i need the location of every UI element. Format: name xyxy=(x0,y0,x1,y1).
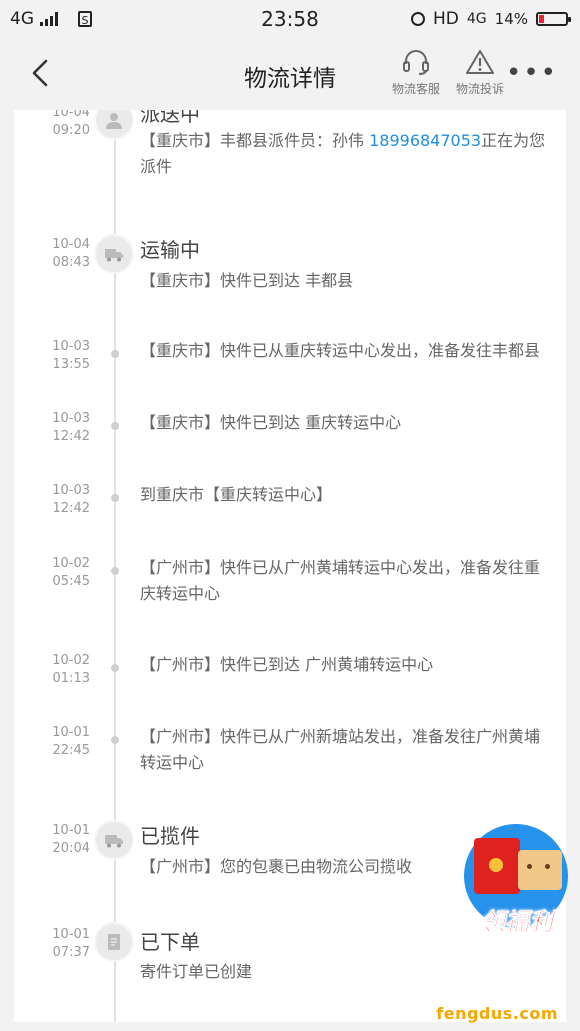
red-envelope-icon xyxy=(474,838,520,894)
entry-time: 05:45 xyxy=(52,574,90,589)
warning-icon xyxy=(466,50,494,74)
entry-time: 07:37 xyxy=(52,945,90,960)
entry-datetime: 10-01 22:45 xyxy=(42,724,90,760)
entry-datetime: 10-02 05:45 xyxy=(42,555,90,591)
van-icon xyxy=(105,835,123,848)
entry-time: 22:45 xyxy=(52,743,90,758)
entry-datetime: 10-04 08:43 xyxy=(42,236,90,272)
status-node xyxy=(94,820,134,860)
more-options-button[interactable]: ••• xyxy=(506,60,558,86)
entry-description: 【重庆市】快件已从重庆转运中心发出，准备发往丰都县 xyxy=(140,341,541,360)
complaint-button[interactable]: 物流投诉 xyxy=(450,48,510,97)
courier-phone-link[interactable]: 18996847053 xyxy=(369,131,481,150)
promo-label: 领福利 xyxy=(481,908,554,937)
entry-date: 10-02 xyxy=(52,653,90,668)
entry-date: 10-04 xyxy=(52,110,90,120)
entry-datetime: 10-03 12:42 xyxy=(42,410,90,446)
entry-description-text: 【重庆市】丰都县派件员：孙伟 xyxy=(140,131,370,150)
entry-description: 【广州市】快件已到达 广州黄埔转运中心 xyxy=(140,655,434,674)
entry-time: 12:42 xyxy=(52,501,90,516)
entry-description: 【重庆市】快件已到达 丰都县 xyxy=(140,271,354,290)
status-node xyxy=(94,110,134,140)
entry-status: 已下单 xyxy=(140,930,200,954)
entry-status: 派送中 xyxy=(140,110,200,126)
hd-indicator: HD xyxy=(433,9,459,29)
entry-description: 到重庆市【重庆转运中心】 xyxy=(140,485,333,504)
entry-description: 【重庆市】快件已到达 重庆转运中心 xyxy=(140,413,402,432)
entry-datetime: 10-03 12:42 xyxy=(42,482,90,518)
entry-date: 10-02 xyxy=(52,556,90,571)
entry-date: 10-03 xyxy=(52,339,90,354)
entry-time: 13:55 xyxy=(52,357,90,372)
person-icon xyxy=(106,113,122,129)
customer-service-button[interactable]: 物流客服 xyxy=(386,48,446,97)
entry-status: 已揽件 xyxy=(140,824,200,848)
status-node xyxy=(94,234,134,274)
welfare-promo-button[interactable]: 领福利 xyxy=(458,820,576,938)
status-node xyxy=(94,922,134,962)
timeline-dot xyxy=(111,567,119,575)
entry-description: 寄件订单已创建 xyxy=(140,962,253,981)
entry-date: 10-01 xyxy=(52,725,90,740)
entry-time: 20:04 xyxy=(52,841,90,856)
watermark: fengdus.com xyxy=(436,1004,558,1023)
timeline-dot xyxy=(111,664,119,672)
entry-date: 10-03 xyxy=(52,411,90,426)
entry-date: 10-03 xyxy=(52,483,90,498)
entry-time: 01:13 xyxy=(52,671,90,686)
entry-description: 【广州市】快件已从广州新塘站发出，准备发往广州黄埔转运中心 xyxy=(140,727,541,772)
entry-time: 09:20 xyxy=(52,123,90,138)
battery-percent: 14% xyxy=(494,10,528,28)
network-type-right: 4G xyxy=(466,11,487,27)
document-icon xyxy=(108,934,120,950)
status-bar: 4G S 23:58 HD 4G 14% xyxy=(0,0,580,38)
status-right: HD 4G 14% xyxy=(411,9,571,29)
entry-time: 12:42 xyxy=(52,429,90,444)
entry-description: 【广州市】快件已从广州黄埔转运中心发出，准备发往重庆转运中心 xyxy=(140,558,541,603)
timeline-dot xyxy=(111,736,119,744)
battery-icon xyxy=(536,12,571,26)
truck-icon xyxy=(105,249,123,262)
timeline-dot xyxy=(111,494,119,502)
complaint-label: 物流投诉 xyxy=(455,82,504,96)
entry-description: 【重庆市】丰都县派件员：孙伟 18996847053正在为您派件 xyxy=(140,128,546,180)
timeline-dot xyxy=(111,422,119,430)
headset-icon xyxy=(403,50,429,75)
entry-datetime: 10-01 20:04 xyxy=(42,822,90,858)
entry-datetime: 10-01 07:37 xyxy=(42,926,90,962)
entry-datetime: 10-04 09:20 xyxy=(42,110,90,140)
entry-date: 10-01 xyxy=(52,927,90,942)
entry-date: 10-01 xyxy=(52,823,90,838)
entry-datetime: 10-02 01:13 xyxy=(42,652,90,688)
entry-date: 10-04 xyxy=(52,237,90,252)
entry-status: 运输中 xyxy=(140,238,200,262)
alarm-icon xyxy=(411,12,426,26)
header: 物流详情 物流客服 物流投诉 ••• xyxy=(0,38,580,110)
entry-time: 08:43 xyxy=(52,255,90,270)
timeline-dot xyxy=(111,350,119,358)
box-mascot-icon xyxy=(518,850,562,890)
customer-service-label: 物流客服 xyxy=(391,82,440,96)
entry-datetime: 10-03 13:55 xyxy=(42,338,90,374)
